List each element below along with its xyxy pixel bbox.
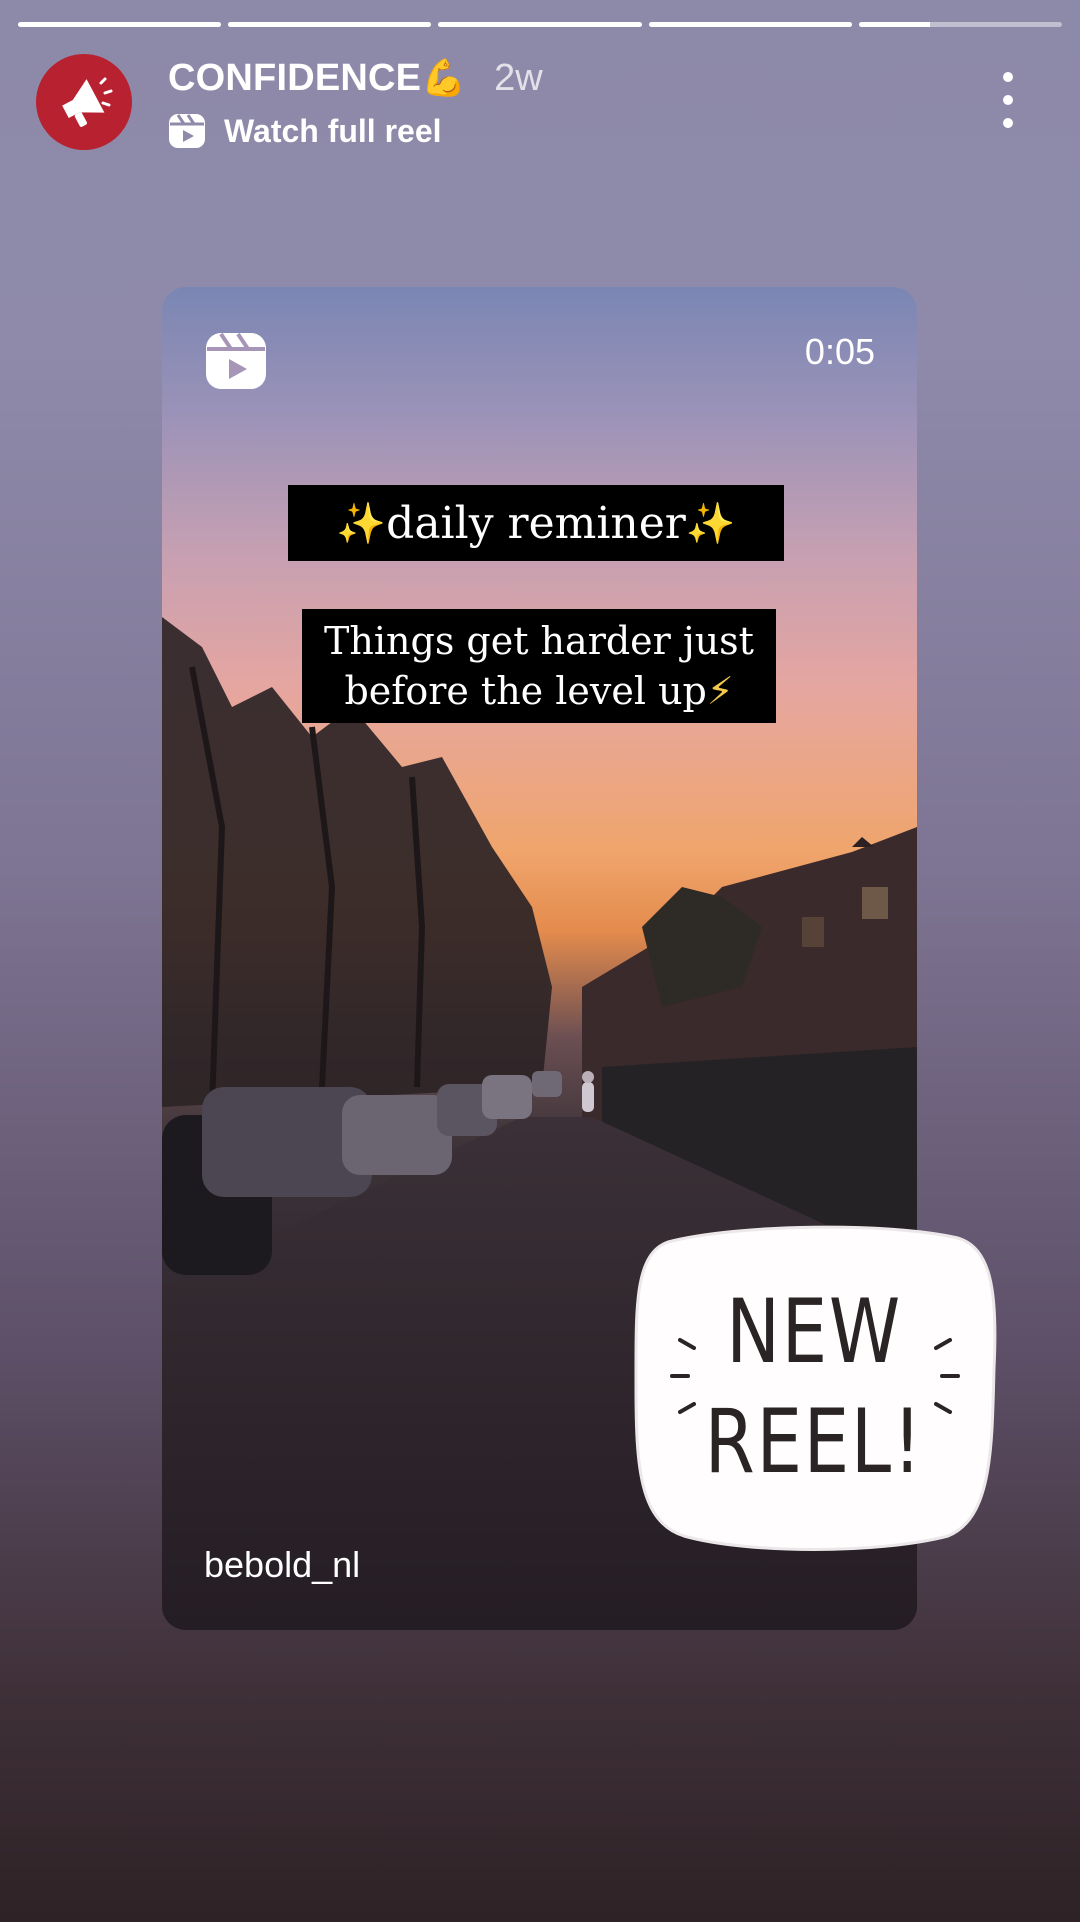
sparkles-emoji: ✨ [685, 500, 736, 547]
watch-full-reel-label: Watch full reel [224, 112, 442, 149]
progress-segment [438, 22, 642, 27]
progress-segment-current [858, 22, 1063, 27]
reel-author[interactable]: bebold_nl [204, 1544, 360, 1586]
time-ago: 2w [494, 56, 543, 99]
reels-icon [206, 332, 266, 389]
sticker-line-2: REEL! [704, 1390, 924, 1493]
watch-full-reel-link[interactable]: Watch full reel [168, 108, 442, 154]
more-vertical-icon [1003, 72, 1013, 82]
video-duration: 0:05 [804, 331, 875, 372]
caption-body: Things get harder just before the level … [302, 609, 776, 723]
username-wrap[interactable]: CONFIDENCE 💪 [168, 57, 466, 100]
new-reel-sticker[interactable]: NEW REEL! [628, 1218, 1000, 1556]
megaphone-icon [62, 77, 113, 127]
reels-icon [169, 114, 205, 148]
progress-segment [18, 22, 222, 27]
story-progress-bar [18, 22, 1063, 28]
lightning-emoji: ⚡ [706, 669, 734, 713]
avatar[interactable] [36, 54, 132, 150]
username[interactable]: CONFIDENCE [168, 57, 421, 100]
sparkles-emoji: ✨ [336, 500, 387, 547]
muscle-emoji: 💪 [421, 58, 467, 99]
caption-line-2: before the level up [344, 669, 707, 713]
story-title-row: CONFIDENCE 💪 2w [168, 56, 543, 100]
progress-segment [648, 22, 852, 27]
caption-title: ✨ daily reminer ✨ [288, 485, 784, 561]
caption-line-1: Things get harder just [324, 619, 754, 663]
caption-title-text: daily reminer [386, 497, 686, 549]
sticker-text: NEW REEL! [661, 1218, 966, 1556]
sticker-line-1: NEW [726, 1280, 902, 1383]
more-options-button[interactable] [990, 72, 1026, 128]
caption-line-2-wrap: before the level up⚡ [302, 666, 776, 716]
progress-segment [228, 22, 432, 27]
